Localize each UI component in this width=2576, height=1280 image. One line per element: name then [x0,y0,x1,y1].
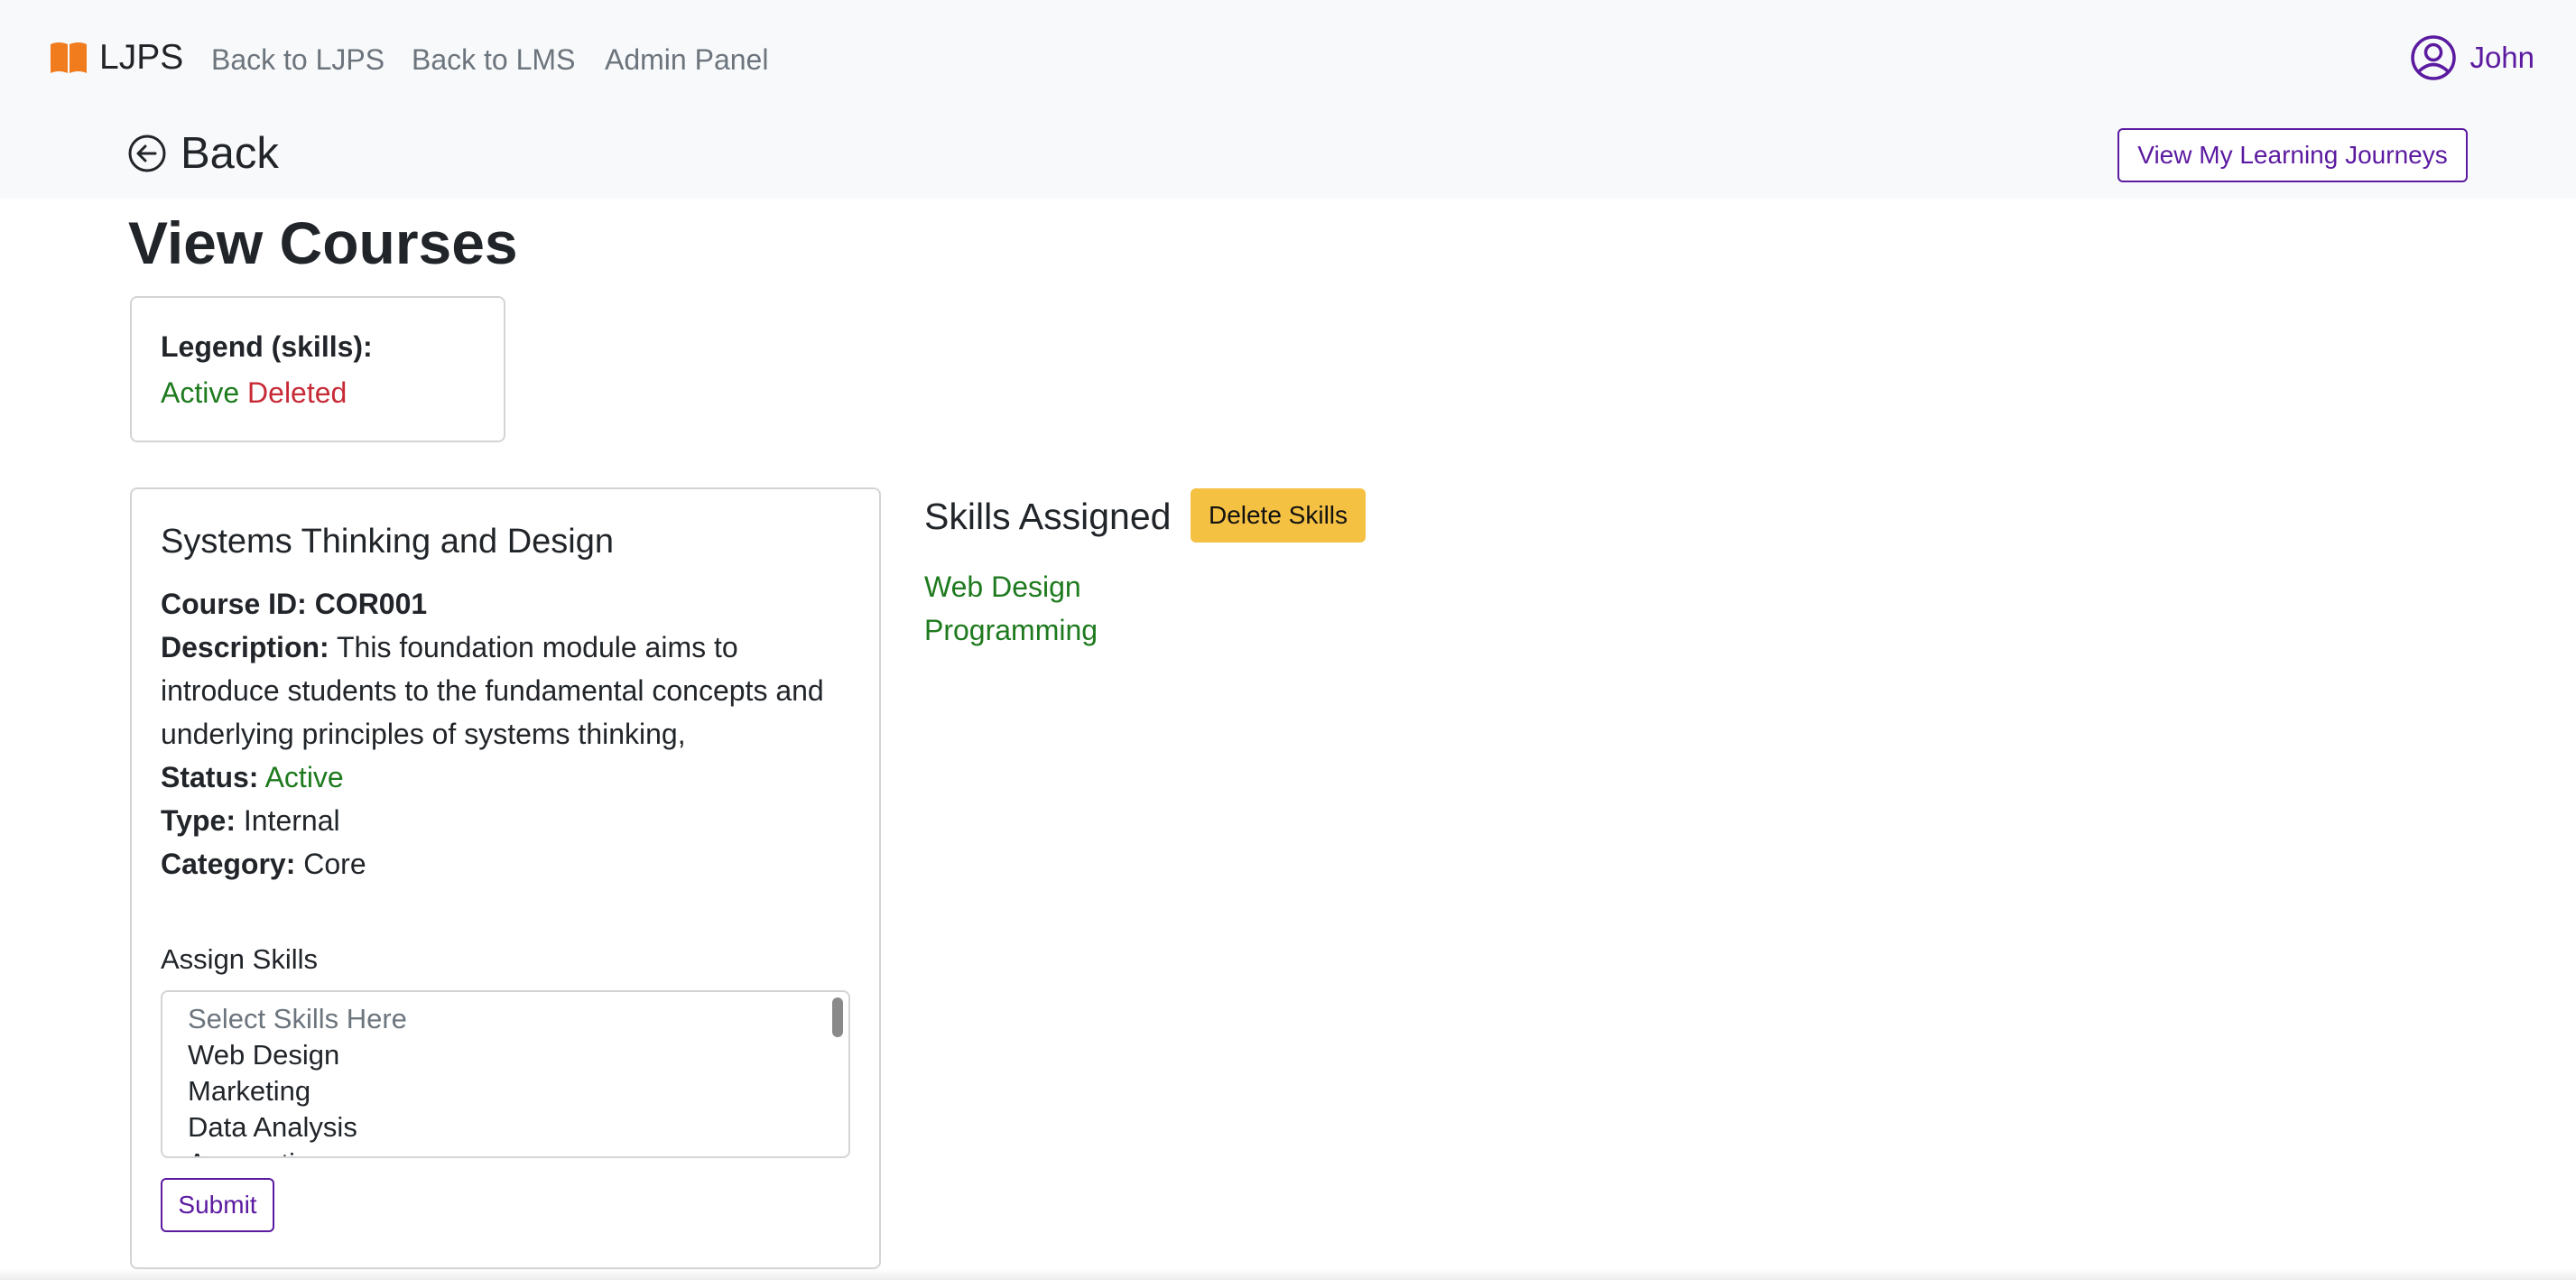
skills-legend: Legend (skills): Active Deleted [130,296,505,442]
assigned-skills-list: Web Design Programming [924,565,1098,652]
assign-skills-label: Assign Skills [161,943,318,976]
legend-title: Legend (skills): [161,330,373,363]
course-id-row: Course ID: COR001 [161,582,850,626]
course-category-row: Category: Core [161,842,850,886]
skills-multiselect[interactable]: Select Skills Here Web Design Marketing … [161,990,850,1159]
page-bottom-edge [0,1269,2576,1280]
arrow-left-circle-icon [128,134,166,172]
course-title: Systems Thinking and Design [161,523,614,561]
course-type-value: Internal [243,804,340,838]
course-description-label: Description: [161,631,329,664]
nav-link-back-to-ljps[interactable]: Back to LJPS [211,43,385,77]
course-description-row: Description: This foundation module aims… [161,626,850,756]
submit-button[interactable]: Submit [161,1178,274,1233]
user-avatar-icon [2411,35,2457,80]
course-card: Systems Thinking and Design Course ID: C… [130,487,881,1269]
assigned-skill: Programming [924,614,1098,646]
nav-link-back-to-lms[interactable]: Back to LMS [412,43,575,77]
course-type-row: Type: Internal [161,799,850,842]
skill-option[interactable]: Marketing [188,1073,823,1109]
delete-skills-button[interactable]: Delete Skills [1191,488,1366,543]
legend-items: Active Deleted [161,376,475,410]
course-status-label: Status: [161,761,259,794]
course-id-label: Course ID: [161,588,307,621]
skill-option[interactable]: Accounting [188,1146,823,1156]
user-menu[interactable]: John [2410,34,2534,81]
user-name: John [2469,41,2534,74]
book-icon [51,42,87,73]
course-status-value: Active [264,761,344,794]
page-title: View Courses [128,209,518,276]
back-label: Back [181,129,279,178]
skill-option-placeholder[interactable]: Select Skills Here [188,1001,823,1037]
select-scrollbar[interactable] [832,997,843,1038]
skill-option[interactable]: Data Analysis [188,1109,823,1146]
skill-option[interactable]: Web Design [188,1037,823,1073]
course-category-value: Core [303,848,366,881]
legend-deleted: Deleted [247,376,347,409]
skills-assigned-heading: Skills Assigned [924,496,1172,537]
course-id-value: COR001 [314,588,428,621]
back-link[interactable]: Back [128,128,279,179]
nav-link-admin-panel[interactable]: Admin Panel [605,43,768,77]
assigned-skill: Web Design [924,570,1081,603]
brand-name: LJPS [99,38,184,77]
brand[interactable]: LJPS [49,38,183,78]
legend-active: Active [161,376,240,409]
view-my-learning-journeys-button[interactable]: View My Learning Journeys [2117,128,2468,182]
course-type-label: Type: [161,804,236,838]
top-navbar: LJPS Back to LJPS Back to LMS Admin Pane… [0,0,2576,199]
course-category-label: Category: [161,848,296,881]
course-status-row: Status: Active [161,756,850,799]
